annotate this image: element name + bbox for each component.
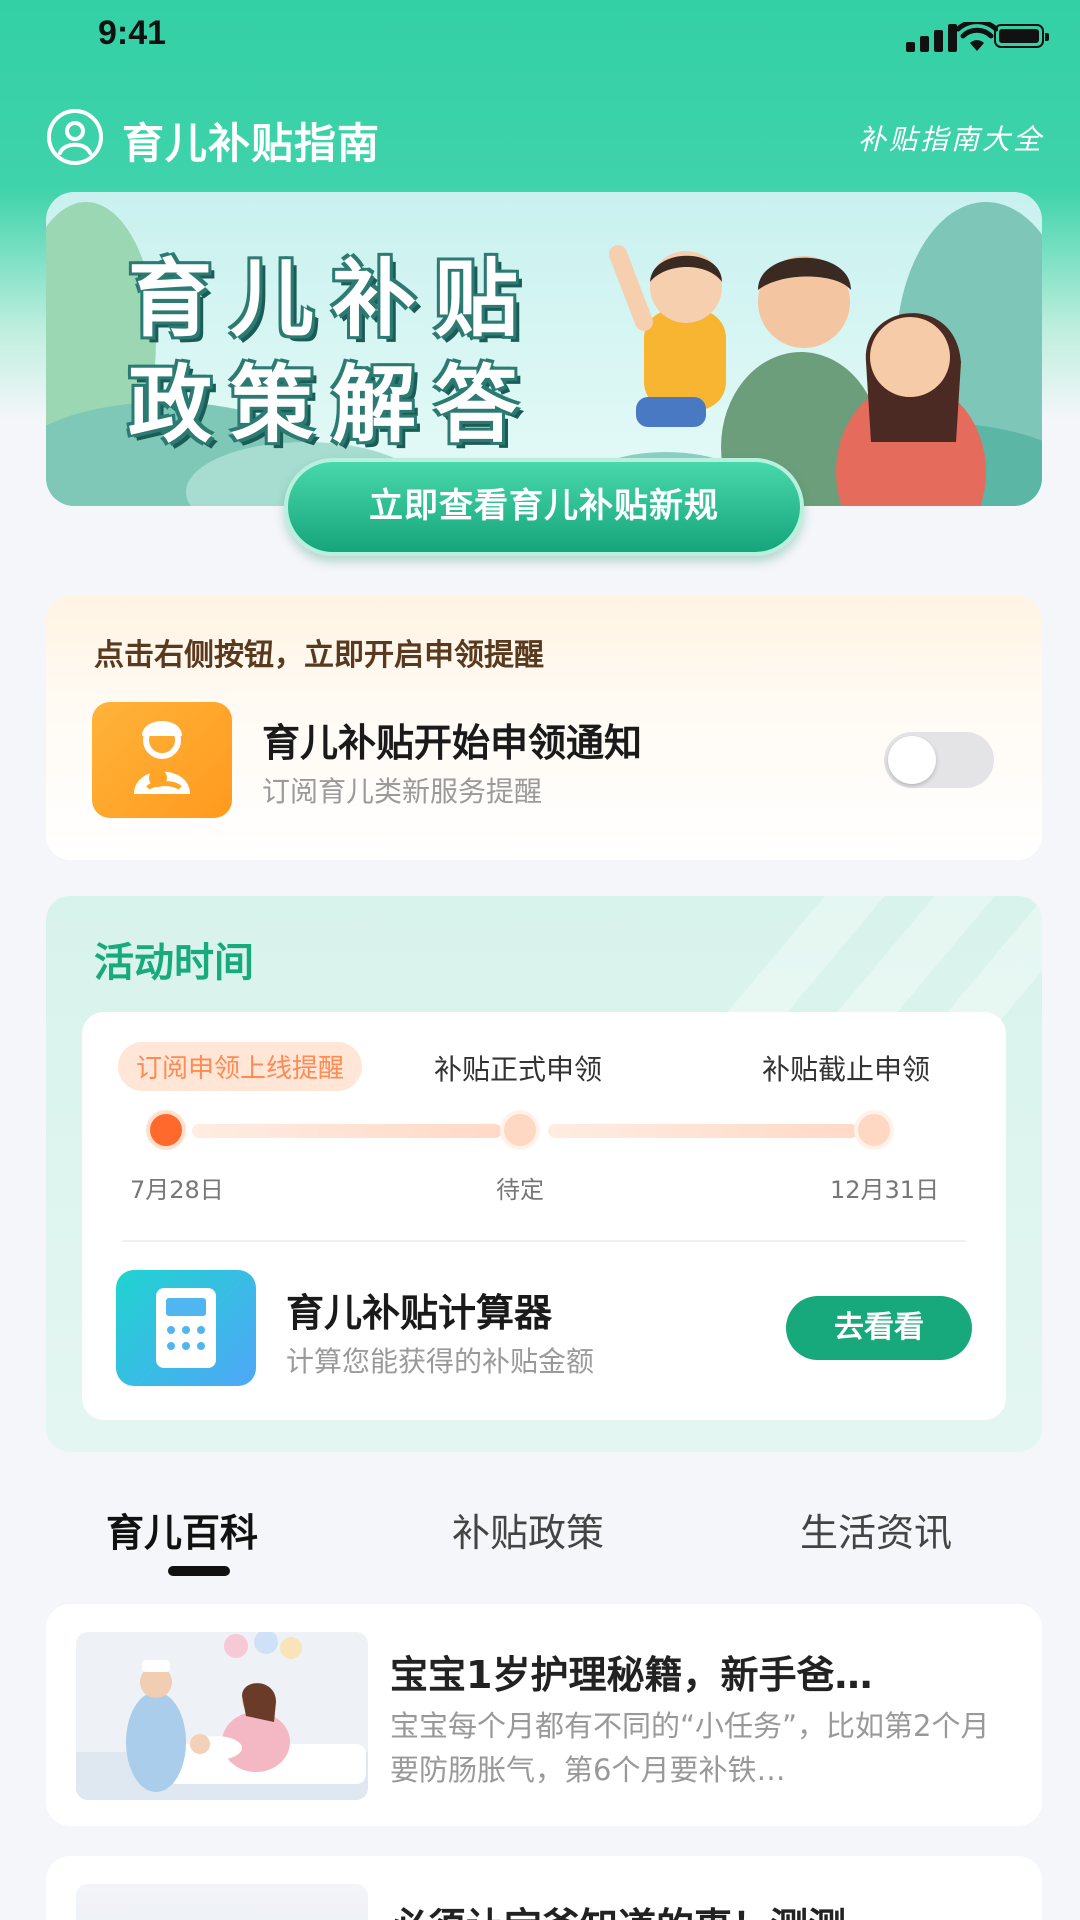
active-tab-indicator [168, 1566, 230, 1576]
timeline-date-3: 12月31日 [830, 1176, 940, 1204]
tab-life-news[interactable]: 生活资讯 [800, 1502, 952, 1557]
reminder-hint: 点击右侧按钮，立即开启申领提醒 [94, 638, 544, 673]
user-profile-icon[interactable] [46, 108, 104, 166]
app-bar: 育儿补贴指南 补贴指南大全 [0, 100, 1080, 172]
toggle-knob [888, 736, 936, 784]
list-item[interactable]: 必须让宝爸知道的事！测测 [46, 1856, 1042, 1920]
article-thumbnail [76, 1632, 368, 1800]
divider [122, 1240, 966, 1242]
timeline-dot-2 [500, 1110, 540, 1150]
timeline-date-2: 待定 [496, 1176, 544, 1204]
wifi-icon [956, 22, 998, 51]
banner-headline-line2: 政策解答 [128, 356, 537, 454]
page-title: 育儿补贴指南 [122, 119, 381, 168]
banner-headline-line1: 育儿补贴 [128, 250, 537, 348]
list-item[interactable]: 宝宝1岁护理秘籍，新手爸… 宝宝每个月都有不同的“小任务”，比如第2个月要防肠胀… [46, 1604, 1042, 1826]
go-view-button[interactable]: 去看看 [786, 1296, 972, 1360]
article-title: 必须让宝爸知道的事！测测 [390, 1896, 1010, 1920]
timeline-track [548, 1124, 858, 1138]
calculator-subtitle: 计算您能获得的补贴金额 [286, 1345, 595, 1378]
status-time: 9:41 [98, 14, 167, 52]
calculator-title: 育儿补贴计算器 [286, 1291, 553, 1335]
timeline-step-label-1: 订阅申领上线提醒 [118, 1042, 363, 1091]
timeline-dot-3 [854, 1110, 894, 1150]
timeline-dot-1 [146, 1110, 186, 1150]
activity-timeline-panel: 订阅申领上线提醒 补贴正式申领 补贴截止申领 7月28日 待定 12月31日 育… [82, 1012, 1006, 1420]
tab-parenting-wiki[interactable]: 育儿百科 [106, 1502, 258, 1557]
activity-title: 活动时间 [94, 940, 254, 986]
view-new-rules-button[interactable]: 立即查看育儿补贴新规 [284, 458, 804, 556]
app-subtitle: 补贴指南大全 [857, 123, 1044, 156]
status-bar: 9:41 [0, 0, 1080, 80]
calculator-icon [116, 1270, 256, 1386]
timeline-step-label-2: 补贴正式申领 [434, 1053, 603, 1086]
battery-icon [994, 24, 1049, 48]
timeline-track [192, 1124, 502, 1138]
reminder-toggle[interactable] [884, 732, 994, 788]
mother-baby-icon [92, 702, 232, 818]
reminder-card: 点击右侧按钮，立即开启申领提醒 育儿补贴开始申领通知 订阅育儿类新服务提醒 [46, 596, 1042, 860]
tab-subsidy-policy[interactable]: 补贴政策 [452, 1502, 604, 1557]
activity-time-card: 活动时间 订阅申领上线提醒 补贴正式申领 补贴截止申领 7月28日 待定 12月… [46, 896, 1042, 1452]
article-thumbnail [76, 1884, 368, 1920]
article-title: 宝宝1岁护理秘籍，新手爸… [390, 1653, 873, 1697]
timeline-step-label-3: 补贴截止申领 [762, 1053, 931, 1086]
reminder-subtitle: 订阅育儿类新服务提醒 [262, 775, 543, 808]
timeline-date-1: 7月28日 [130, 1176, 224, 1204]
cellular-signal-icon [906, 24, 957, 52]
article-summary: 宝宝每个月都有不同的“小任务”，比如第2个月要防肠胀气，第6个月要补铁… [390, 1709, 990, 1787]
reminder-title: 育儿补贴开始申领通知 [262, 721, 643, 765]
